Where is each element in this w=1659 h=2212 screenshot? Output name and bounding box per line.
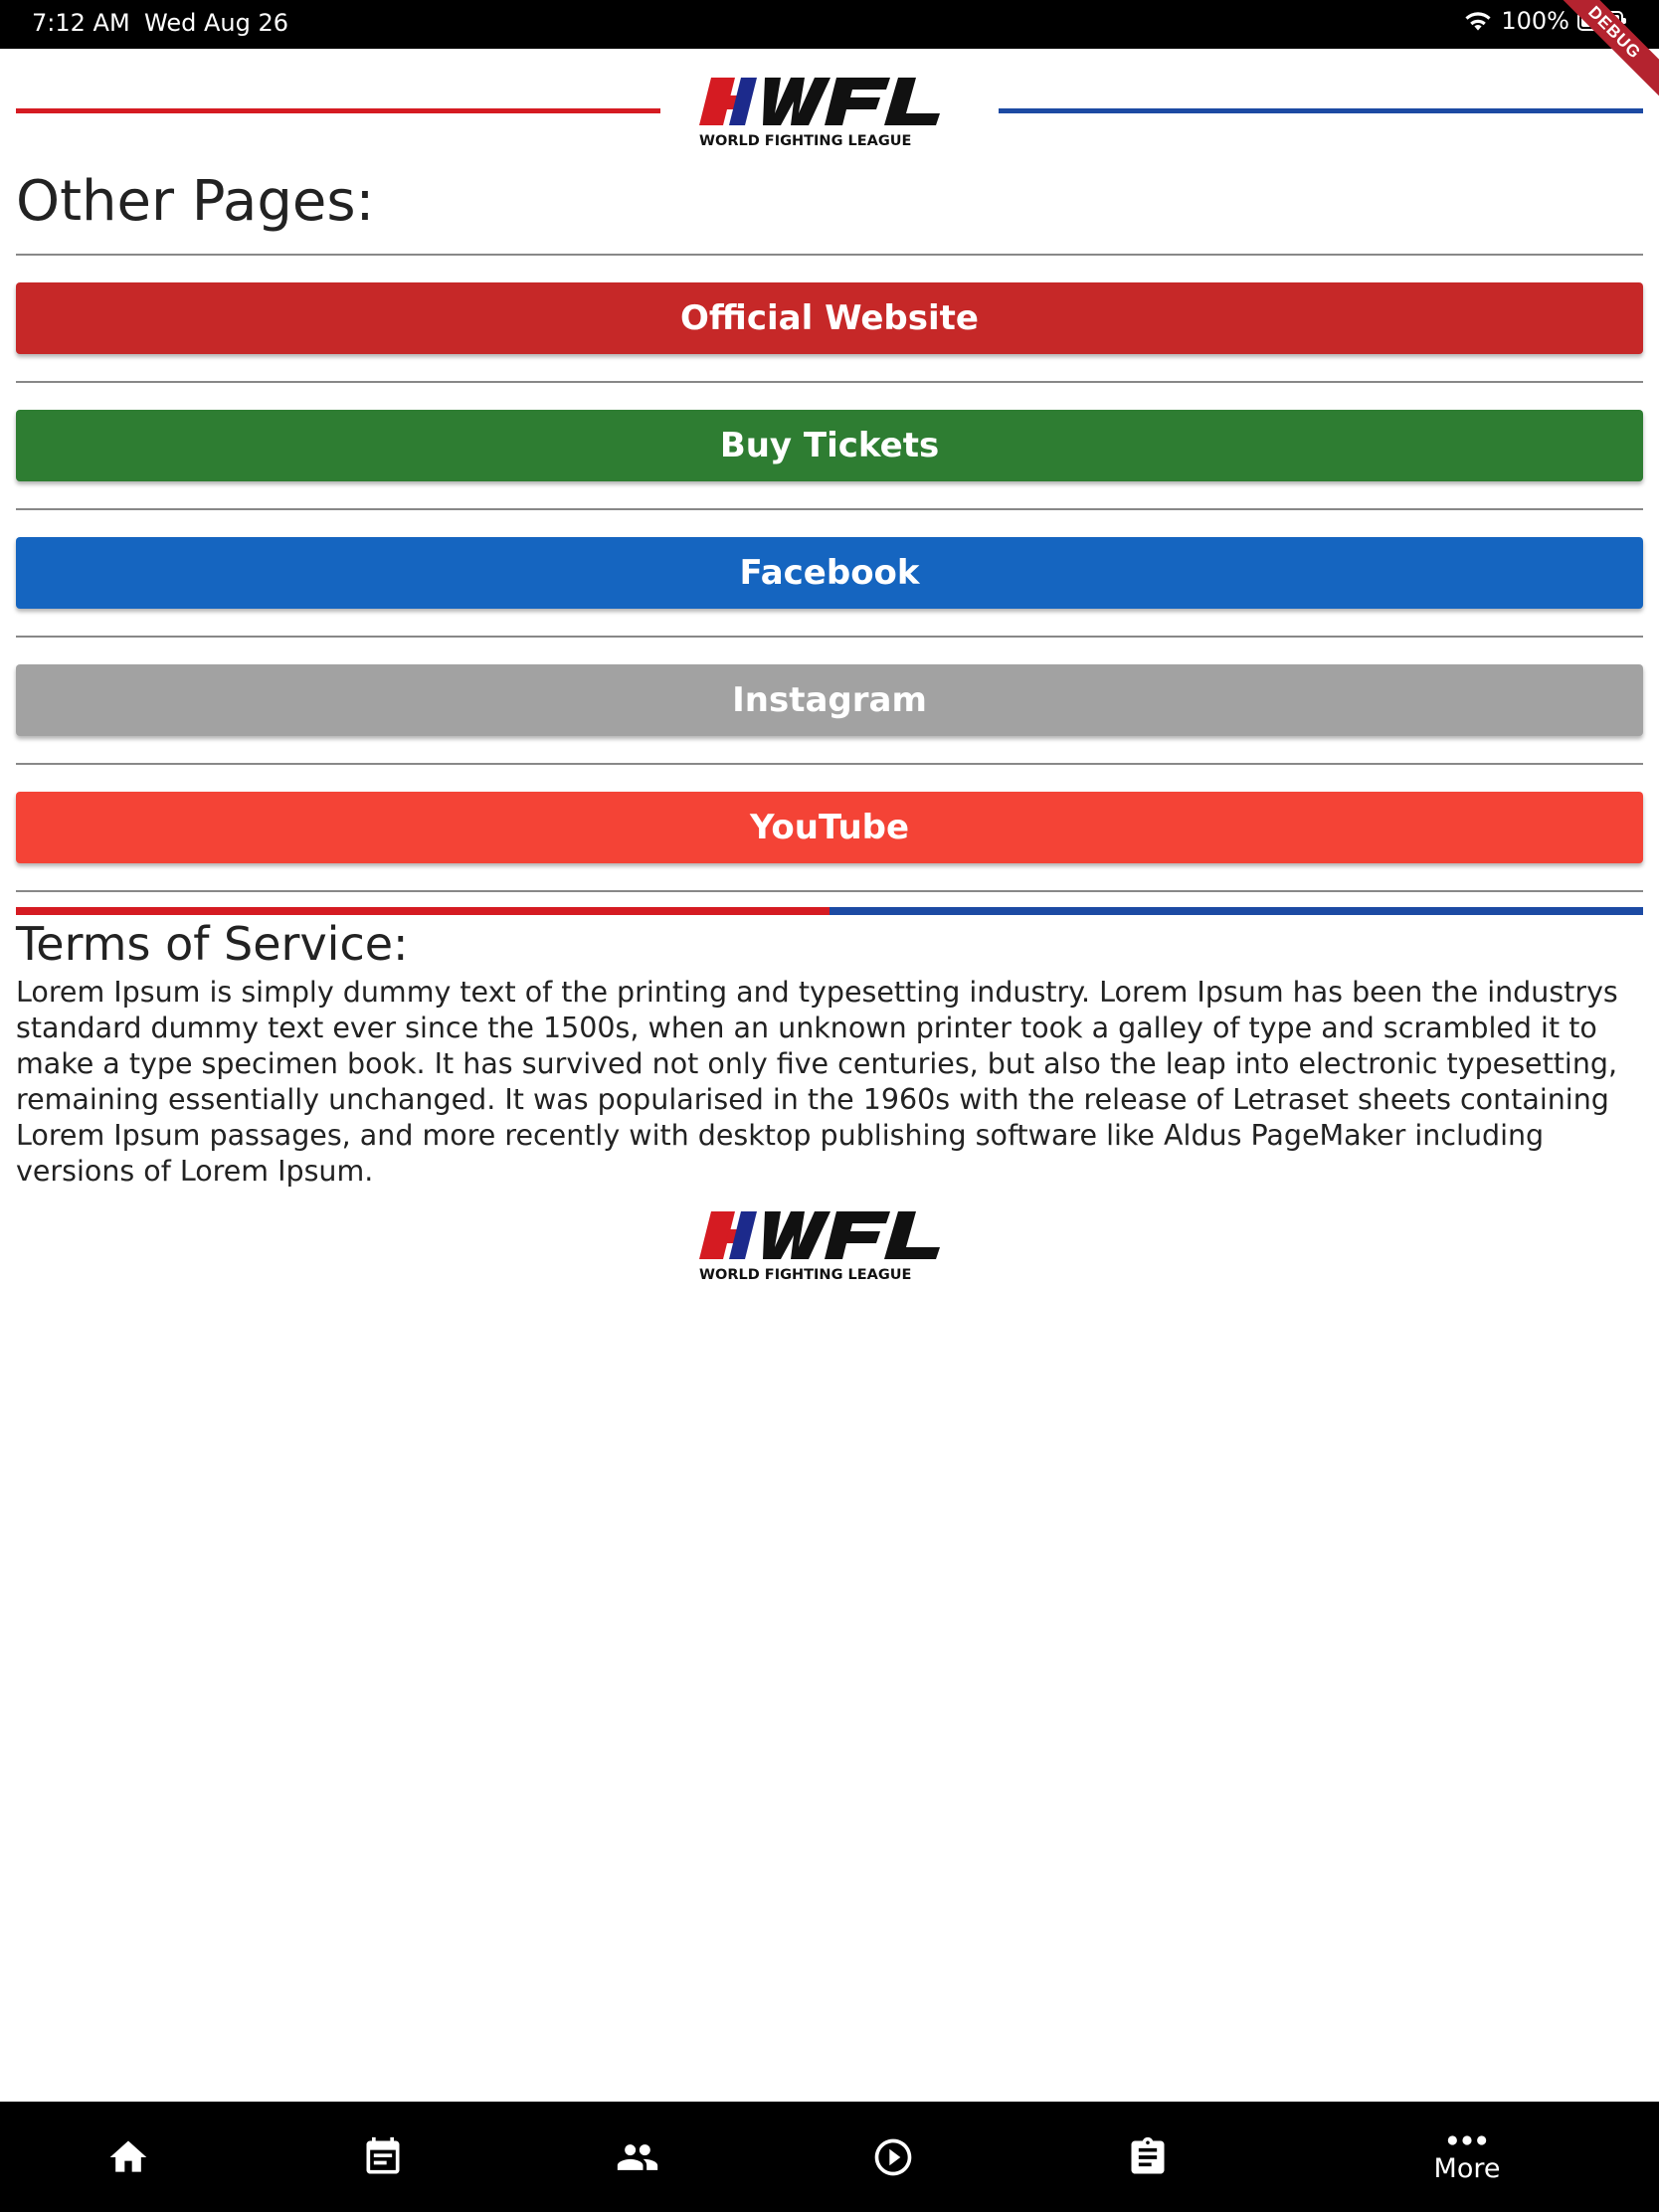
more-dots-icon — [1447, 2135, 1487, 2145]
divider — [16, 636, 1643, 638]
divider — [16, 254, 1643, 256]
status-time: 7:12 AM — [32, 9, 130, 37]
home-icon — [109, 2140, 147, 2172]
official-website-button[interactable]: Official Website — [16, 282, 1643, 354]
nav-more[interactable]: More — [1392, 2102, 1542, 2212]
header-red-line — [16, 108, 660, 113]
battery-percent: 100% — [1501, 7, 1569, 35]
youtube-button[interactable]: YouTube — [16, 792, 1643, 863]
wifi-icon — [1465, 12, 1491, 31]
nav-results[interactable] — [1073, 2102, 1222, 2212]
terms-heading: Terms of Service: — [16, 917, 409, 971]
facebook-button[interactable]: Facebook — [16, 537, 1643, 609]
header-blue-line — [999, 108, 1643, 113]
divider — [16, 890, 1643, 892]
nav-schedule[interactable] — [308, 2102, 458, 2212]
nav-fighters[interactable] — [563, 2102, 712, 2212]
divider — [16, 763, 1643, 765]
nav-videos[interactable] — [819, 2102, 968, 2212]
divider — [16, 381, 1643, 383]
nav-home[interactable] — [54, 2102, 203, 2212]
nav-more-label: More — [1433, 2153, 1501, 2184]
play-circle-icon — [874, 2138, 912, 2175]
wfl-logo: WORLD FIGHTING LEAGUE — [699, 78, 940, 149]
svg-text:WORLD FIGHTING LEAGUE: WORLD FIGHTING LEAGUE — [699, 1267, 911, 1283]
bottom-nav: More — [0, 2102, 1659, 2212]
status-bar: 7:12 AM Wed Aug 26 100% — [0, 0, 1659, 49]
instagram-button[interactable]: Instagram — [16, 664, 1643, 736]
calendar-icon — [366, 2136, 400, 2173]
terms-body: Lorem Ipsum is simply dummy text of the … — [16, 976, 1618, 1188]
people-icon — [617, 2143, 658, 2170]
tos-blue-bar — [830, 907, 1643, 915]
clipboard-icon — [1131, 2136, 1165, 2173]
wfl-logo-footer: WORLD FIGHTING LEAGUE — [699, 1211, 940, 1283]
buy-tickets-button[interactable]: Buy Tickets — [16, 410, 1643, 481]
tos-red-bar — [16, 907, 830, 915]
page-title: Other Pages: — [16, 169, 375, 234]
divider — [16, 508, 1643, 510]
status-date: Wed Aug 26 — [144, 9, 288, 37]
svg-text:WORLD FIGHTING LEAGUE: WORLD FIGHTING LEAGUE — [699, 133, 911, 149]
